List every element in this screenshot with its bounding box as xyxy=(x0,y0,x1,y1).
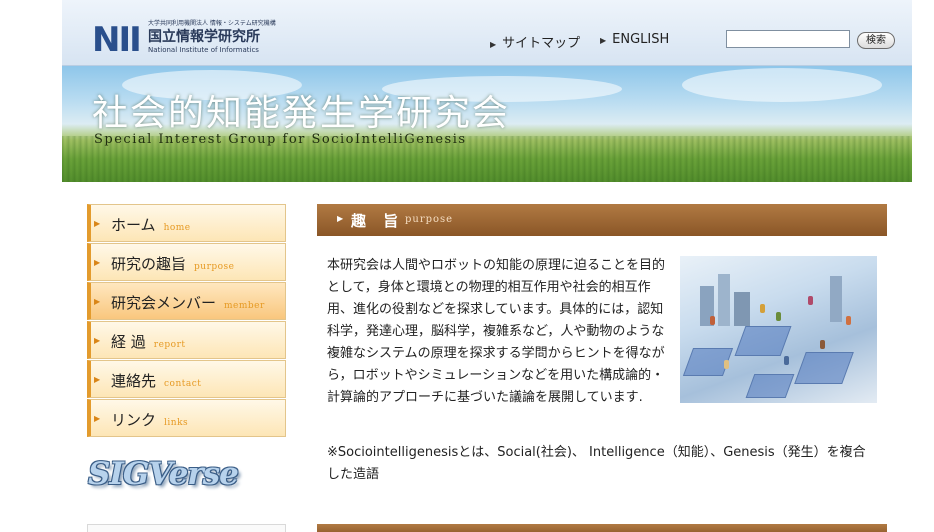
figure-shape xyxy=(784,356,789,365)
figure-shape xyxy=(820,340,825,349)
triangle-right-icon: ▶ xyxy=(94,258,101,267)
triangle-right-icon: ▶ xyxy=(94,336,101,345)
triangle-right-icon: ▶ xyxy=(94,219,101,228)
grid-tile xyxy=(734,326,792,356)
triangle-right-icon: ▶ xyxy=(94,414,101,423)
search-input[interactable] xyxy=(726,30,850,48)
logo-org-small: 大学共同利用機関法人 情報・システム研究機構 xyxy=(148,20,276,27)
site-header: NII 大学共同利用機関法人 情報・システム研究機構 国立情報学研究所 Nati… xyxy=(62,0,912,66)
nav-item-home[interactable]: ▶ ホーム home xyxy=(87,204,286,242)
banner-title: 社会的知能発生学研究会 xyxy=(92,93,511,134)
grid-tile xyxy=(745,374,795,398)
sidebar-nav: ▶ ホーム home ▶ 研究の趣旨 purpose ▶ 研究会メンバー member… xyxy=(87,204,286,438)
grid-tile xyxy=(794,352,854,384)
triangle-right-icon: ▶ xyxy=(94,297,101,306)
section-title-en: purpose xyxy=(405,214,454,225)
logo-text: 大学共同利用機関法人 情報・システム研究機構 国立情報学研究所 National… xyxy=(148,20,276,55)
sidebar-box xyxy=(87,524,286,532)
figure-shape xyxy=(710,316,715,325)
nav-label: 研究会メンバー member xyxy=(111,294,265,312)
triangle-right-icon: ▶ xyxy=(490,40,497,49)
nav-label: 経 過 report xyxy=(111,333,186,351)
section-body: 本研究会は人間やロボットの知能の原理に迫ることを目的として，身体と環境との物理的… xyxy=(327,258,666,405)
building-shape xyxy=(718,274,730,326)
english-label: ENGLISH xyxy=(612,32,670,47)
nav-label: 研究の趣旨 purpose xyxy=(111,255,235,273)
triangle-right-icon: ▶ xyxy=(94,375,101,384)
logo-mark: NII xyxy=(92,20,142,60)
english-link[interactable]: ▶ ENGLISH xyxy=(600,32,669,47)
triangle-right-icon: ▶ xyxy=(337,214,344,223)
research-illustration xyxy=(680,256,877,403)
nav-item-purpose[interactable]: ▶ 研究の趣旨 purpose xyxy=(87,243,286,281)
triangle-right-icon: ▶ xyxy=(600,36,607,45)
section-title: 趣 旨 xyxy=(351,212,405,230)
figure-shape xyxy=(760,304,765,313)
figure-shape xyxy=(846,316,851,325)
nav-item-report[interactable]: ▶ 経 過 report xyxy=(87,321,286,359)
sitemap-label: サイトマップ xyxy=(502,36,581,51)
figure-shape xyxy=(808,296,813,305)
page: NII 大学共同利用機関法人 情報・システム研究機構 国立情報学研究所 Nati… xyxy=(0,0,934,532)
section-header-next xyxy=(317,524,887,532)
logo-org-en: National Institute of Informatics xyxy=(148,46,259,54)
search-button[interactable]: 検索 xyxy=(857,32,895,49)
nav-item-contact[interactable]: ▶ 連絡先 contact xyxy=(87,360,286,398)
banner-subtitle: Special Interest Group for SocioIntelliG… xyxy=(94,132,467,147)
nav-label: ホーム home xyxy=(111,216,191,234)
sitemap-link[interactable]: ▶ サイトマップ xyxy=(490,32,580,51)
section-header-purpose: ▶ 趣 旨 purpose xyxy=(317,204,887,236)
nav-label: リンク links xyxy=(111,411,189,429)
nav-label: 連絡先 contact xyxy=(111,372,202,390)
figure-shape xyxy=(776,312,781,321)
building-shape xyxy=(734,292,750,326)
building-shape xyxy=(830,276,842,322)
hero-banner: 社会的知能発生学研究会 Special Interest Group for S… xyxy=(62,66,912,182)
cloud-shape xyxy=(682,68,882,102)
logo-org-name: 国立情報学研究所 xyxy=(148,29,260,45)
figure-shape xyxy=(724,360,729,369)
nav-item-links[interactable]: ▶ リンク links xyxy=(87,399,286,437)
sigverse-banner-link[interactable]: SIGVerse xyxy=(88,456,284,502)
section-note: ※Sociointelligenesisとは、Social(社会)、 Intel… xyxy=(327,445,866,482)
nav-item-member[interactable]: ▶ 研究会メンバー member xyxy=(87,282,286,320)
